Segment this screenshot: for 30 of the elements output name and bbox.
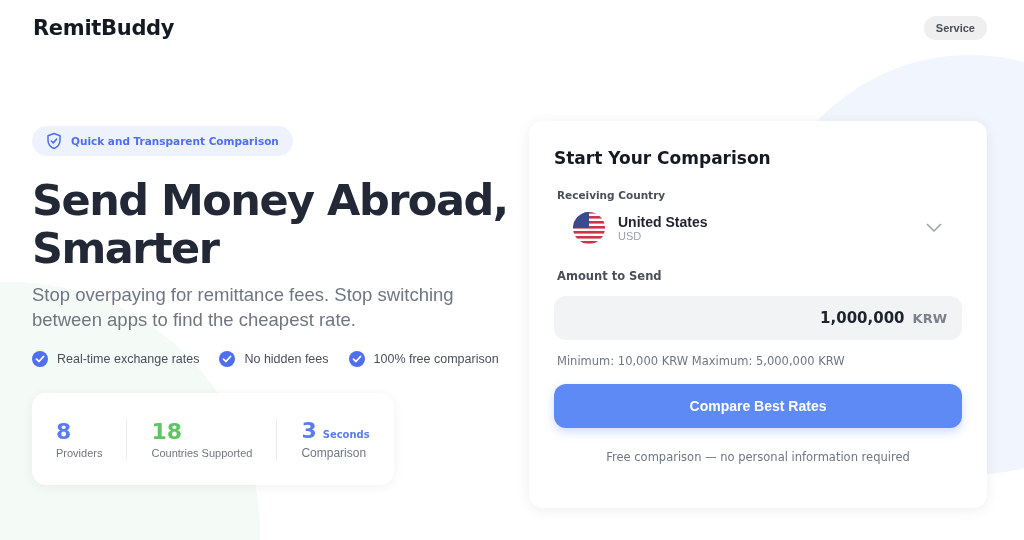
check-circle-icon: [32, 351, 48, 367]
logo[interactable]: RemitBuddy: [33, 16, 175, 40]
limits-text: Minimum: 10,000 KRW Maximum: 5,000,000 KRW: [557, 354, 846, 368]
badge-text: Quick and Transparent Comparison: [71, 135, 279, 147]
chevron-down-icon: [926, 223, 942, 233]
currency-code: USD: [618, 230, 643, 242]
check-circle-icon: [348, 351, 365, 367]
field-label: Amount to Send: [557, 269, 662, 283]
feature-text: No hidden fees: [244, 352, 329, 366]
amount-field[interactable]: 1,000,000 KRW: [554, 296, 962, 340]
country-name: United States: [618, 214, 709, 230]
feature-text: 100% free comparison: [373, 352, 499, 366]
country-select[interactable]: United States USD: [554, 201, 962, 255]
stat-value: 18: [151, 419, 183, 445]
feature-text: Real-time exchange rates: [57, 352, 200, 366]
shield-check-icon: [45, 132, 63, 150]
card-title: Start Your Comparison: [554, 148, 772, 168]
field-label: Receiving Country: [557, 189, 666, 201]
check-circle-icon: [219, 351, 236, 367]
stat-label: Providers: [56, 447, 103, 459]
service-button[interactable]: Service: [923, 16, 987, 40]
stat-value: 8: [56, 419, 72, 445]
note-text: Free comparison — no personal information required: [606, 450, 910, 464]
stat-label: Countries Supported: [151, 447, 253, 459]
stat-unit: Seconds: [322, 429, 370, 440]
headline: Send Money Abroad, Smarter: [32, 176, 508, 272]
stat-value: 3: [301, 418, 317, 444]
stat-label: Comparison: [301, 446, 368, 460]
subtitle: Stop overpaying for remittance fees. Stop switching between apps to find the cheapest rate.: [32, 283, 455, 332]
flag-icon: [572, 211, 606, 245]
